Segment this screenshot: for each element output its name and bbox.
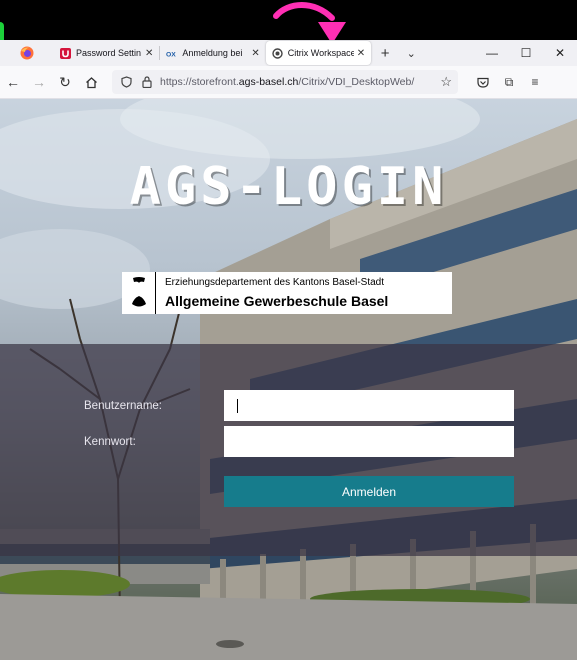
- close-tab-icon[interactable]: ✕: [145, 48, 153, 59]
- login-panel: Benutzername: Kennwort: Anmelden: [0, 344, 577, 556]
- minimize-button[interactable]: —: [475, 46, 509, 60]
- page-title: AGS-LOGIN: [129, 157, 448, 217]
- password-input[interactable]: [224, 426, 514, 457]
- firefox-view-button[interactable]: [0, 40, 54, 66]
- home-icon: [85, 76, 97, 88]
- tab-label: Citrix Workspace: [287, 48, 354, 58]
- tab-citrix-workspace[interactable]: Citrix Workspace ✕: [265, 41, 372, 65]
- logo-school-name: Allgemeine Gewerbeschule Basel: [165, 293, 389, 309]
- close-window-button[interactable]: ✕: [543, 46, 577, 60]
- tab-password-settings[interactable]: Password Settin ✕: [54, 41, 159, 65]
- url-text: https://storefront.ags-basel.ch/Citrix/V…: [160, 76, 415, 88]
- tab-label: Anmeldung bei: [182, 48, 243, 58]
- logo-text: Erziehungsdepartement des Kantons Basel-…: [156, 277, 388, 309]
- web-page: AGS-LOGIN Erziehungsdepartement des Kant…: [0, 99, 577, 660]
- screen: Password Settin ✕ OX Anmeldung bei ✕ Cit…: [0, 0, 577, 660]
- logo-department: Erziehungsdepartement des Kantons Basel-…: [165, 277, 385, 288]
- extensions-icon[interactable]: ⧉: [496, 70, 522, 94]
- tab-bar: Password Settin ✕ OX Anmeldung bei ✕ Cit…: [0, 40, 577, 66]
- forward-button[interactable]: →: [26, 69, 52, 95]
- citrix-icon: [272, 47, 283, 59]
- menu-icon[interactable]: ≡: [522, 70, 548, 94]
- window-controls: — ☐ ✕: [475, 46, 577, 60]
- list-all-tabs-button[interactable]: ⌄: [399, 47, 423, 60]
- bookmark-star-icon[interactable]: ☆: [440, 74, 452, 90]
- username-input[interactable]: [224, 390, 514, 421]
- toolbar-right: ⧉ ≡: [470, 70, 548, 94]
- login-button[interactable]: Anmelden: [224, 476, 514, 507]
- username-label: Benutzername:: [84, 400, 162, 412]
- pocket-icon[interactable]: [470, 70, 496, 94]
- shield-icon[interactable]: [118, 76, 134, 88]
- maximize-button[interactable]: ☐: [509, 46, 543, 60]
- ox-logo-icon: OX: [166, 48, 177, 59]
- password-label: Kennwort:: [84, 436, 136, 448]
- new-tab-button[interactable]: +: [371, 45, 399, 62]
- close-tab-icon[interactable]: ✕: [251, 48, 259, 59]
- school-logo: Erziehungsdepartement des Kantons Basel-…: [122, 272, 452, 314]
- svg-text:OX: OX: [166, 51, 176, 58]
- password-manager-icon: [60, 47, 71, 59]
- basel-coat-of-arms-icon: [122, 272, 156, 314]
- lock-icon[interactable]: [139, 76, 155, 88]
- firefox-icon: [20, 46, 34, 60]
- reload-button[interactable]: ↻: [52, 69, 78, 95]
- home-button[interactable]: [78, 69, 104, 95]
- text-caret: [237, 399, 238, 413]
- back-button[interactable]: ←: [0, 69, 26, 95]
- tab-anmeldung[interactable]: OX Anmeldung bei ✕: [160, 41, 265, 65]
- tab-label: Password Settin: [76, 48, 142, 58]
- navigation-bar: ← → ↻ https://storefront.ags-basel.ch/Ci…: [0, 66, 577, 99]
- top-black-strip: [0, 0, 577, 44]
- close-tab-icon[interactable]: ✕: [357, 48, 365, 59]
- url-bar[interactable]: https://storefront.ags-basel.ch/Citrix/V…: [112, 70, 458, 94]
